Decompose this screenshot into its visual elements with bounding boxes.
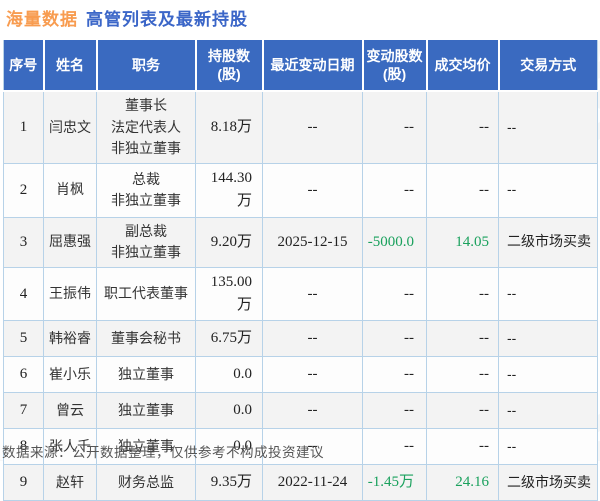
section-title: 高管列表及最新持股 xyxy=(86,10,248,29)
cell-date: -- xyxy=(262,392,363,430)
header-cell-0: 序号 xyxy=(3,38,45,92)
cell-method: -- xyxy=(498,392,598,430)
table-row: 2 肖枫 总裁 非独立董事 144.30万 -- -- -- -- xyxy=(3,163,598,218)
cell-no: 9 xyxy=(3,464,44,501)
table-row: 4 王振伟 职工代表董事 135.00万 -- -- -- -- xyxy=(3,266,598,322)
cell-date: -- xyxy=(262,356,363,394)
cell-name: 曾云 xyxy=(43,392,97,430)
cell-shares: 0.0 xyxy=(195,392,263,430)
cell-name: 赵轩 xyxy=(43,464,97,501)
header-cell-7: 交易方式 xyxy=(497,38,598,92)
table-row: 6 崔小乐 独立董事 0.0 -- -- -- -- xyxy=(3,356,598,394)
cell-no: 4 xyxy=(3,266,44,322)
cell-date: -- xyxy=(262,163,363,218)
cell-name: 屈惠强 xyxy=(43,216,97,268)
header-cell-1: 姓名 xyxy=(42,38,98,92)
table-row: 3 屈惠强 副总裁 非独立董事 9.20万 2025-12-15 -5000.0 14.05… xyxy=(3,216,598,268)
cell-shares: 135.00万 xyxy=(195,266,263,322)
cell-no: 5 xyxy=(3,320,44,358)
cell-date: -- xyxy=(262,90,363,165)
header-cell-5: 变动股数 (股) xyxy=(361,38,428,92)
header-cell-4: 最近变动日期 xyxy=(261,38,364,92)
cell-date: -- xyxy=(262,266,363,322)
cell-method: -- xyxy=(498,163,598,218)
header-cell-3: 持股数 (股) xyxy=(194,38,264,92)
page-title: 海量数据 高管列表及最新持股 xyxy=(6,5,248,30)
cell-position: 副总裁 非独立董事 xyxy=(96,216,196,268)
cell-price: -- xyxy=(426,392,499,430)
cell-date: 2022-11-24 xyxy=(262,464,363,501)
cell-no: 3 xyxy=(3,216,44,268)
cell-name: 闫忠文 xyxy=(43,90,97,165)
executive-holdings-table: 序号 姓名 职务 持股数 (股) 最近变动日期 变动股数 (股) 成交均价 交易方式 1 闫忠文… xyxy=(3,38,598,501)
cell-price: 24.16 xyxy=(426,464,499,501)
cell-shares: 6.75万 xyxy=(195,320,263,358)
cell-change: -- xyxy=(362,392,427,430)
cell-shares: 9.20万 xyxy=(195,216,263,268)
cell-position: 总裁 非独立董事 xyxy=(96,163,196,218)
cell-date: -- xyxy=(262,320,363,358)
cell-method: -- xyxy=(498,356,598,394)
cell-method: -- xyxy=(498,320,598,358)
cell-shares: 9.35万 xyxy=(195,464,263,501)
cell-date: 2025-12-15 xyxy=(262,216,363,268)
cell-name: 肖枫 xyxy=(43,163,97,218)
table-header: 序号 姓名 职务 持股数 (股) 最近变动日期 变动股数 (股) 成交均价 交易方式 xyxy=(3,38,598,92)
cell-change: -- xyxy=(362,320,427,358)
cell-position: 财务总监 xyxy=(96,464,196,501)
cell-change: -- xyxy=(362,356,427,394)
cell-name: 韩裕睿 xyxy=(43,320,97,358)
cell-change: -- xyxy=(362,163,427,218)
cell-price: -- xyxy=(426,428,499,466)
cell-name: 王振伟 xyxy=(43,266,97,322)
cell-price: -- xyxy=(426,266,499,322)
cell-method: -- xyxy=(498,266,598,322)
data-source-note: 数据来源：公开数据整理，仅供参考不构成投资建议 xyxy=(2,445,324,460)
cell-position: 独立董事 xyxy=(96,356,196,394)
cell-change: -- xyxy=(362,428,427,466)
cell-position: 独立董事 xyxy=(96,392,196,430)
table-row: 7 曾云 独立董事 0.0 -- -- -- -- xyxy=(3,392,598,430)
cell-no: 7 xyxy=(3,392,44,430)
table-row: 1 闫忠文 董事长 法定代表人 非独立董事 8.18万 -- -- -- -- xyxy=(3,90,598,165)
cell-change: -5000.0 xyxy=(362,216,427,268)
cell-change: -- xyxy=(362,90,427,165)
cell-shares: 144.30万 xyxy=(195,163,263,218)
cell-change: -1.45万 xyxy=(362,464,427,501)
stock-name: 海量数据 xyxy=(6,10,78,29)
cell-no: 6 xyxy=(3,356,44,394)
cell-price: -- xyxy=(426,163,499,218)
cell-position: 职工代表董事 xyxy=(96,266,196,322)
cell-price: -- xyxy=(426,356,499,394)
header-cell-6: 成交均价 xyxy=(425,38,500,92)
table-row: 5 韩裕睿 董事会秘书 6.75万 -- -- -- -- xyxy=(3,320,598,358)
cell-change: -- xyxy=(362,266,427,322)
cell-price: 14.05 xyxy=(426,216,499,268)
cell-name: 崔小乐 xyxy=(43,356,97,394)
cell-no: 2 xyxy=(3,163,44,218)
cell-no: 1 xyxy=(3,90,44,165)
table-row: 9 赵轩 财务总监 9.35万 2022-11-24 -1.45万 24.16 二级市场买卖 xyxy=(3,464,598,501)
cell-method: 二级市场买卖 xyxy=(498,216,598,268)
cell-method: -- xyxy=(498,90,598,165)
cell-method: 二级市场买卖 xyxy=(498,464,598,501)
cell-price: -- xyxy=(426,90,499,165)
cell-method: -- xyxy=(498,428,598,466)
cell-shares: 0.0 xyxy=(195,356,263,394)
cell-price: -- xyxy=(426,320,499,358)
header-cell-2: 职务 xyxy=(95,38,197,92)
cell-shares: 8.18万 xyxy=(195,90,263,165)
cell-position: 董事会秘书 xyxy=(96,320,196,358)
cell-position: 董事长 法定代表人 非独立董事 xyxy=(96,90,196,165)
